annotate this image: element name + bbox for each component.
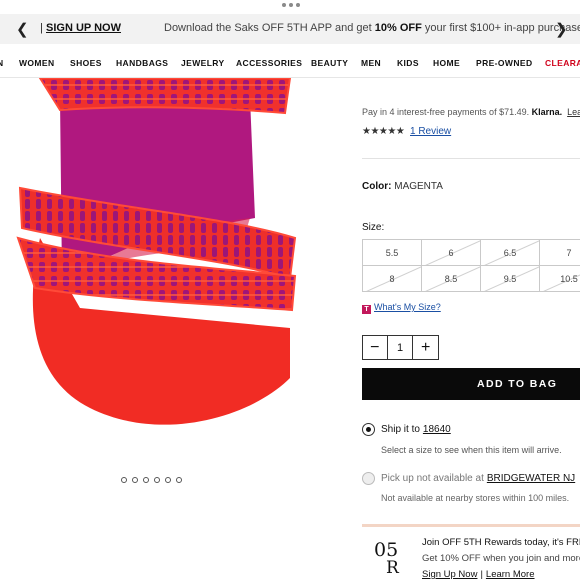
nav-item-clearance[interactable]: CLEARA xyxy=(545,58,580,68)
size-option[interactable]: 7 xyxy=(539,239,580,266)
quantity-value[interactable]: 1 xyxy=(388,336,414,359)
whats-my-size-link[interactable]: T What's My Size? xyxy=(362,302,441,314)
plus-icon[interactable]: + xyxy=(413,336,438,359)
nav-item-kids[interactable]: KIDS xyxy=(397,58,419,68)
rewards-subtext: Get 10% OFF when you join and more xyxy=(422,553,580,564)
carousel-dot[interactable] xyxy=(132,477,138,483)
pickup-store-link[interactable]: BRIDGEWATER NJ xyxy=(487,473,575,484)
nav-item-home[interactable]: HOME xyxy=(433,58,460,68)
more-dots-icon[interactable] xyxy=(282,3,300,7)
color-selection: Color: MAGENTA xyxy=(362,181,443,192)
browser-handle xyxy=(0,0,580,14)
klarna-learn-link[interactable]: Learn xyxy=(567,107,580,117)
size-label: Size: xyxy=(362,222,385,233)
rewards-signup-link[interactable]: Sign Up Now xyxy=(422,569,477,580)
promo-message: Download the Saks OFF 5TH APP and get 10… xyxy=(164,22,580,34)
product-image[interactable] xyxy=(0,78,330,468)
rating-stars: ★★★★★ xyxy=(362,126,405,137)
rewards-links: Sign Up Now | Learn More xyxy=(422,569,535,580)
rewards-headline: Join OFF 5TH Rewards today, it's FREE xyxy=(422,537,580,548)
size-tool-icon: T xyxy=(362,305,371,314)
klarna-info: Pay in 4 interest-free payments of $71.4… xyxy=(362,107,580,117)
sign-up-now-link[interactable]: SIGN UP NOW xyxy=(46,22,121,34)
pickup-note: Not available at nearby stores within 10… xyxy=(381,493,570,503)
quantity-stepper: − 1 + xyxy=(362,335,439,360)
ship-zip-link[interactable]: 18640 xyxy=(423,424,451,435)
image-carousel-dots xyxy=(121,477,182,483)
nav-item-accessories[interactable]: ACCESSORIES xyxy=(236,58,302,68)
klarna-brand: Klarna. xyxy=(531,107,563,117)
promo-separator: | xyxy=(40,22,43,34)
nav-item-partial[interactable]: N xyxy=(0,58,4,68)
promo-banner: ❮ | SIGN UP NOW Download the Saks OFF 5T… xyxy=(0,14,580,44)
category-nav: N WOMEN SHOES HANDBAGS JEWELRY ACCESSORI… xyxy=(0,50,580,76)
rewards-stripe xyxy=(362,524,580,527)
pickup-option: Pick up not available at BRIDGEWATER NJ xyxy=(381,473,576,484)
add-to-bag-button[interactable]: ADD TO BAG xyxy=(362,368,580,400)
size-option-unavailable[interactable]: 9.5 xyxy=(480,265,540,292)
chevron-left-icon[interactable]: ❮ xyxy=(16,20,29,38)
rewards-logo: 05 R xyxy=(374,539,399,578)
nav-item-jewelry[interactable]: JEWELRY xyxy=(181,58,225,68)
nav-item-shoes[interactable]: SHOES xyxy=(70,58,102,68)
section-divider xyxy=(362,158,580,159)
size-option-unavailable[interactable]: 6 xyxy=(421,239,481,266)
ship-option: Ship it to 18640 xyxy=(381,424,451,435)
minus-icon[interactable]: − xyxy=(363,336,388,359)
review-link[interactable]: 1 Review xyxy=(410,126,451,137)
size-option-unavailable[interactable]: 8 xyxy=(362,265,422,292)
carousel-dot[interactable] xyxy=(154,477,160,483)
carousel-dot[interactable] xyxy=(121,477,127,483)
sandal-illustration xyxy=(16,78,297,425)
nav-item-pre-owned[interactable]: PRE-OWNED xyxy=(476,58,533,68)
size-option-unavailable[interactable]: 10.5 xyxy=(539,265,580,292)
carousel-dot[interactable] xyxy=(176,477,182,483)
ship-note: Select a size to see when this item will… xyxy=(381,445,562,455)
rewards-learn-more-link[interactable]: Learn More xyxy=(486,569,535,580)
size-option-unavailable[interactable]: 8.5 xyxy=(421,265,481,292)
carousel-dot[interactable] xyxy=(165,477,171,483)
size-option-unavailable[interactable]: 6.5 xyxy=(480,239,540,266)
pickup-radio[interactable] xyxy=(362,472,375,485)
nav-item-handbags[interactable]: HANDBAGS xyxy=(116,58,168,68)
carousel-dot[interactable] xyxy=(143,477,149,483)
size-option[interactable]: 5.5 xyxy=(362,239,422,266)
chevron-right-icon[interactable]: ❯ xyxy=(555,20,568,38)
ship-radio[interactable] xyxy=(362,423,375,436)
nav-item-beauty[interactable]: BEAUTY xyxy=(311,58,348,68)
rewards-banner: 05 R Join OFF 5TH Rewards today, it's FRE… xyxy=(362,524,580,580)
nav-item-women[interactable]: WOMEN xyxy=(19,58,55,68)
nav-item-men[interactable]: MEN xyxy=(361,58,381,68)
